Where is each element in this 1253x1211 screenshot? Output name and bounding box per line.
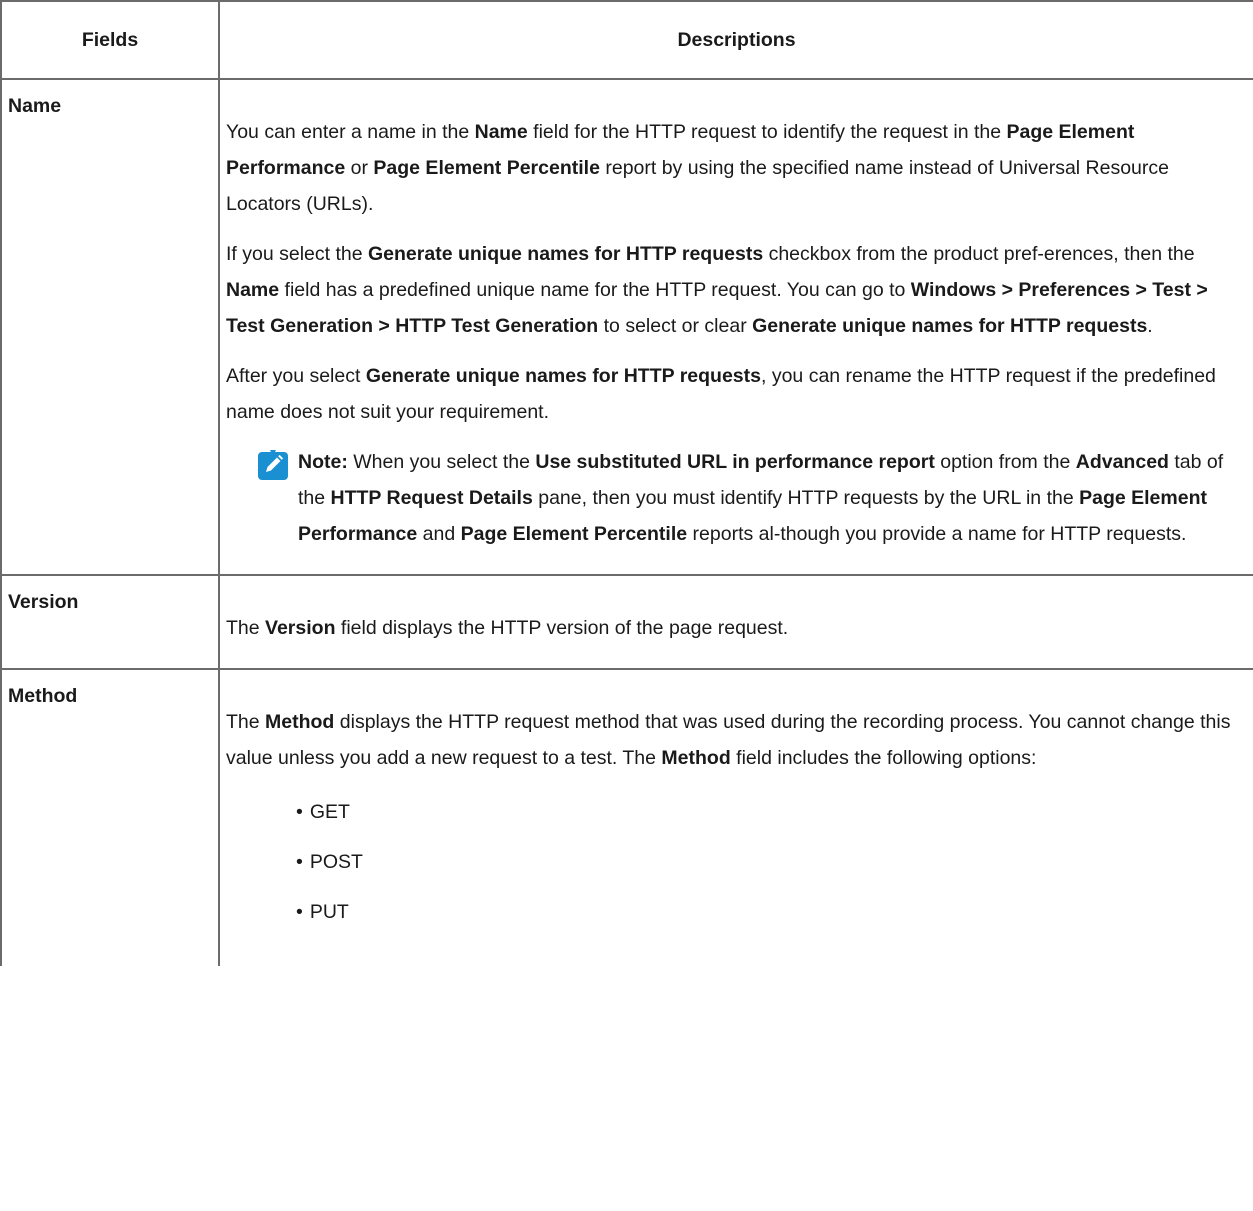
field-version-cell: Version <box>0 574 220 670</box>
text: The <box>226 617 266 639</box>
text: The <box>226 711 266 733</box>
bold-text: Generate unique names for HTTP requests <box>365 365 761 387</box>
text: field includes the following options: <box>730 747 1037 769</box>
note-block: Note: When you select the Use substitute… <box>226 444 1245 552</box>
header-fields: Fields <box>0 0 220 80</box>
bold-text: Generate unique names for HTTP requests <box>752 315 1148 337</box>
text: option from the <box>934 451 1076 473</box>
paragraph: The Version field displays the HTTP vers… <box>226 610 1245 646</box>
paragraph: If you select the Generate unique names … <box>226 236 1245 344</box>
text: When you select the <box>347 451 536 473</box>
text: reports al-though you provide a name for… <box>687 523 1187 545</box>
bold-text: Page Element Percentile <box>460 523 688 545</box>
paragraph: The Method displays the HTTP request met… <box>226 704 1245 776</box>
bold-text: Generate unique names for HTTP requests <box>368 243 764 265</box>
method-options-list: GET POST PUT <box>226 794 1245 930</box>
text: field for the HTTP request to identify t… <box>527 121 1007 143</box>
text: After you select <box>226 365 366 387</box>
list-item: GET <box>296 794 1245 830</box>
text: You can enter a name in the <box>226 121 475 143</box>
bold-text: Version <box>265 617 336 639</box>
paragraph: You can enter a name in the Name field f… <box>226 114 1245 222</box>
bold-text: HTTP Request Details <box>330 487 533 509</box>
text: checkbox from the product pref-erences, … <box>763 243 1195 265</box>
field-name-cell: Name <box>0 78 220 576</box>
text: and <box>417 523 461 545</box>
field-method-cell: Method <box>0 668 220 966</box>
bold-text: Method <box>661 747 731 769</box>
paragraph: After you select Generate unique names f… <box>226 358 1245 430</box>
table-row-name: Name You can enter a name in the Name fi… <box>0 78 1253 576</box>
description-cell-method: The Method displays the HTTP request met… <box>218 668 1253 966</box>
text: . <box>1147 315 1153 337</box>
list-item: POST <box>296 844 1245 880</box>
bold-text: Advanced <box>1075 451 1169 473</box>
fields-table: Fields Descriptions Name You can enter a… <box>0 0 1253 966</box>
note-label: Note: <box>298 451 348 473</box>
table-header-row: Fields Descriptions <box>0 0 1253 80</box>
list-item: PUT <box>296 894 1245 930</box>
header-descriptions: Descriptions <box>218 0 1253 80</box>
text: or <box>345 157 374 179</box>
bold-text: Name <box>226 279 280 301</box>
bold-text: Use substituted URL in performance repor… <box>535 451 935 473</box>
table-row-version: Version The Version field displays the H… <box>0 574 1253 670</box>
text: If you select the <box>226 243 368 265</box>
description-cell-name: You can enter a name in the Name field f… <box>218 78 1253 576</box>
pencil-note-icon <box>258 450 288 480</box>
text: field has a predefined unique name for t… <box>279 279 911 301</box>
bold-text: Name <box>474 121 528 143</box>
table-row-method: Method The Method displays the HTTP requ… <box>0 668 1253 966</box>
text: pane, then you must identify HTTP reques… <box>532 487 1080 509</box>
description-cell-version: The Version field displays the HTTP vers… <box>218 574 1253 670</box>
text: to select or clear <box>598 315 753 337</box>
text: field displays the HTTP version of the p… <box>335 617 789 639</box>
bold-text: Page Element Percentile <box>373 157 600 179</box>
bold-text: Method <box>265 711 335 733</box>
